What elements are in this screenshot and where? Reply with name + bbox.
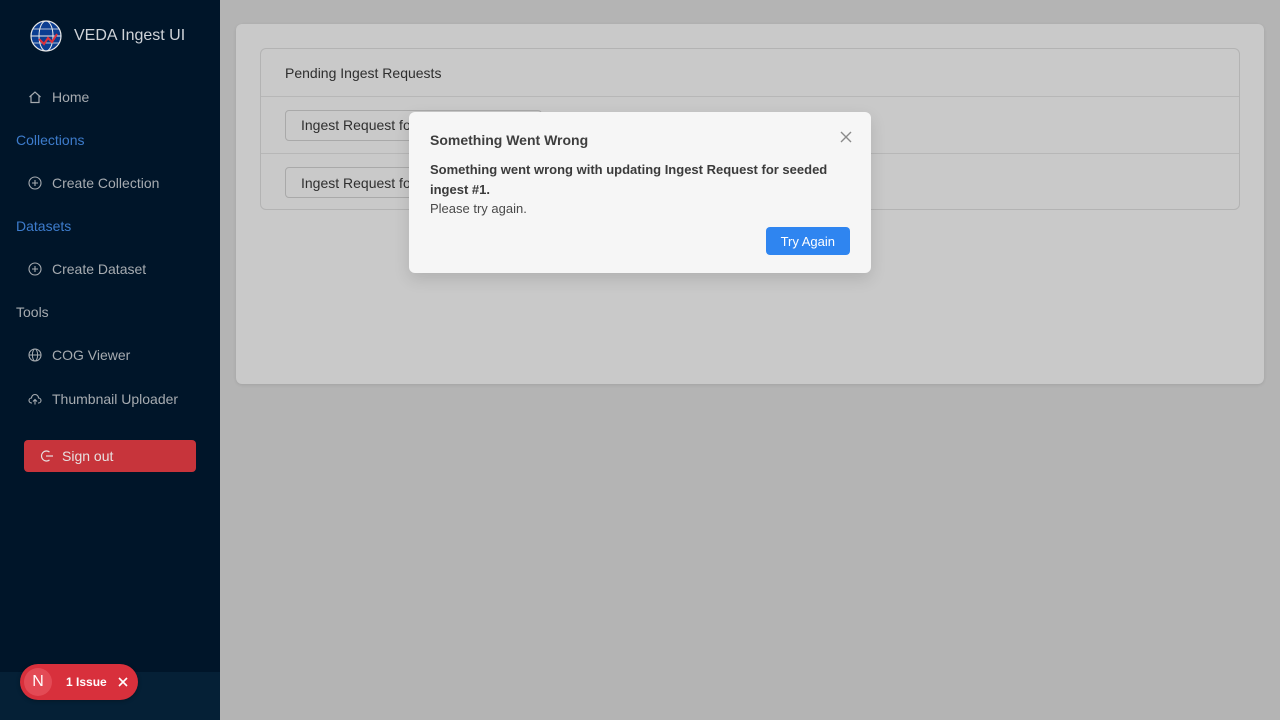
nextjs-logo-icon: N (24, 668, 52, 696)
app-title: VEDA Ingest UI (74, 27, 186, 44)
sidebar-item-label: COG Viewer (52, 347, 131, 363)
sidebar-item-home[interactable]: Home (28, 89, 89, 105)
sidebar-group-tools[interactable]: Tools (16, 304, 49, 320)
issues-badge[interactable]: N 1 Issue (20, 664, 138, 700)
sidebar-group-datasets[interactable]: Datasets (16, 218, 71, 234)
globe-logo-icon (30, 20, 62, 52)
sidebar-item-label: Create Collection (52, 175, 160, 191)
globe-icon (28, 348, 42, 362)
plus-circle-icon (28, 262, 42, 276)
list-title: Pending Ingest Requests (261, 49, 1239, 97)
sidebar: VEDA Ingest UI Home Collections Create C… (0, 0, 220, 720)
close-icon[interactable] (838, 129, 854, 145)
sidebar-item-cog-viewer[interactable]: COG Viewer (28, 347, 130, 363)
sidebar-group-collections[interactable]: Collections (16, 132, 84, 148)
close-icon[interactable] (117, 676, 129, 688)
plus-circle-icon (28, 176, 42, 190)
modal-title: Something Went Wrong (430, 132, 589, 148)
modal-message: Something went wrong with updating Inges… (430, 162, 828, 197)
issues-count: 1 Issue (66, 675, 107, 689)
app-logo-row[interactable]: VEDA Ingest UI (30, 20, 185, 52)
home-icon (29, 91, 41, 104)
logout-icon (40, 450, 53, 462)
sidebar-item-create-collection[interactable]: Create Collection (28, 175, 159, 191)
error-modal: Something Went Wrong Something went wron… (409, 112, 871, 273)
try-again-button[interactable]: Try Again (765, 227, 850, 255)
cloud-upload-icon (28, 393, 42, 405)
sidebar-item-thumbnail-uploader[interactable]: Thumbnail Uploader (28, 391, 178, 407)
sign-out-button[interactable]: Sign out (24, 440, 196, 472)
sidebar-item-label: Create Dataset (52, 261, 147, 277)
modal-submessage: Please try again. (430, 201, 527, 216)
sign-out-label: Sign out (62, 448, 114, 464)
sidebar-item-label: Home (52, 89, 90, 105)
sidebar-item-create-dataset[interactable]: Create Dataset (28, 261, 146, 277)
sidebar-item-label: Thumbnail Uploader (52, 391, 179, 407)
